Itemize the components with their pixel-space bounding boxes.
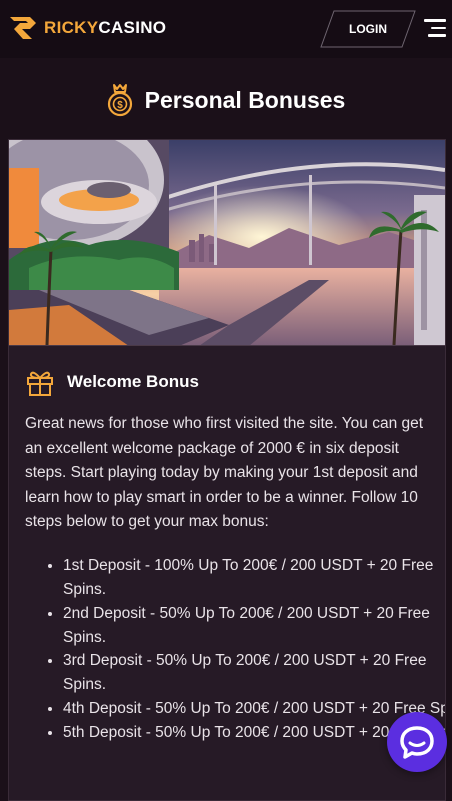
login-button[interactable]: LOGIN: [320, 10, 416, 48]
deposit-steps-list: 1st Deposit - 100% Up To 200€ / 200 USDT…: [25, 554, 445, 745]
live-chat-button[interactable]: [387, 712, 447, 772]
gift-icon: [27, 371, 53, 396]
site-logo[interactable]: RICKYCASINO: [8, 15, 166, 41]
list-item: 3rd Deposit - 50% Up To 200€ / 200 USDT …: [63, 649, 445, 697]
hamburger-menu-icon[interactable]: [424, 19, 446, 37]
welcome-bonus-heading: Welcome Bonus: [25, 368, 199, 396]
page-title: Personal Bonuses: [144, 86, 346, 113]
money-bag-icon: $: [107, 84, 132, 117]
welcome-bonus-description: Great news for those who first visited t…: [25, 415, 424, 530]
bonus-banner-image: [9, 140, 445, 346]
login-button-label: LOGIN: [349, 22, 387, 36]
site-header: RICKYCASINO LOGIN: [0, 0, 452, 58]
ricky-r-logo-icon: [10, 17, 36, 39]
welcome-bonus-card: Welcome Bonus Great news for those who f…: [8, 139, 446, 801]
logo-text: RICKYCASINO: [44, 18, 166, 38]
logo-text-ricky: RICKY: [44, 18, 99, 37]
list-item: 1st Deposit - 100% Up To 200€ / 200 USDT…: [63, 554, 445, 602]
logo-text-casino: CASINO: [98, 18, 167, 37]
welcome-bonus-title: Welcome Bonus: [67, 372, 199, 391]
list-item: 2nd Deposit - 50% Up To 200€ / 200 USDT …: [63, 602, 445, 650]
banner-divider: [9, 345, 445, 346]
chat-bubble-icon: [400, 726, 434, 759]
page-title-row: $ Personal Bonuses: [0, 80, 452, 120]
svg-text:$: $: [117, 100, 123, 111]
